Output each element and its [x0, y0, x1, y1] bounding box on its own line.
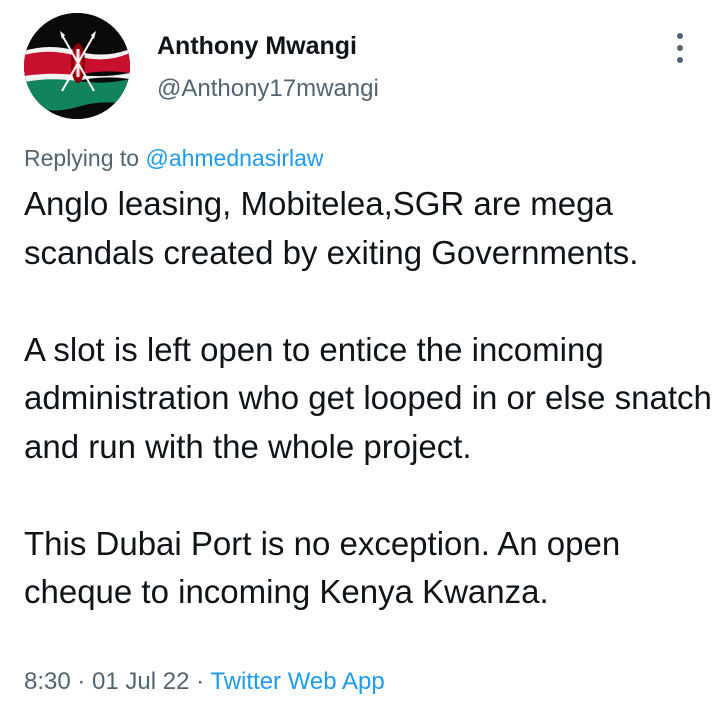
- tweet-paragraph: A slot is left open to entice the incomi…: [24, 330, 712, 465]
- author-handle[interactable]: @Anthony17mwangi: [157, 75, 379, 103]
- more-options-vertical-icon: [677, 33, 683, 39]
- more-options-button[interactable]: [664, 30, 696, 66]
- tweet: Anthony Mwangi @Anthony17mwangi Replying…: [0, 0, 720, 722]
- meta-separator: ·: [189, 668, 211, 695]
- tweet-paragraph: This Dubai Port is no exception. An open…: [24, 524, 621, 611]
- replying-to-label: Replying to: [24, 145, 146, 171]
- tweet-text: Anglo leasing, Mobitelea,SGR are mega sc…: [24, 180, 714, 617]
- tweet-metadata: 8:30 · 01 Jul 22 · Twitter Web App: [24, 668, 385, 696]
- tweet-date[interactable]: 01 Jul 22: [92, 668, 189, 695]
- kenya-flag-avatar-icon: [24, 13, 130, 119]
- tweet-source-link[interactable]: Twitter Web App: [210, 668, 384, 695]
- tweet-paragraph: Anglo leasing, Mobitelea,SGR are mega sc…: [24, 185, 639, 271]
- tweet-time[interactable]: 8:30: [24, 668, 71, 695]
- author-display-name[interactable]: Anthony Mwangi: [157, 32, 357, 61]
- meta-separator: ·: [70, 668, 93, 695]
- reply-mention-link[interactable]: @ahmednasirlaw: [145, 145, 323, 171]
- avatar[interactable]: [24, 13, 130, 119]
- more-options-vertical-icon: [677, 57, 683, 63]
- more-options-vertical-icon: [677, 45, 683, 51]
- replying-to: Replying to @ahmednasirlaw: [24, 145, 324, 172]
